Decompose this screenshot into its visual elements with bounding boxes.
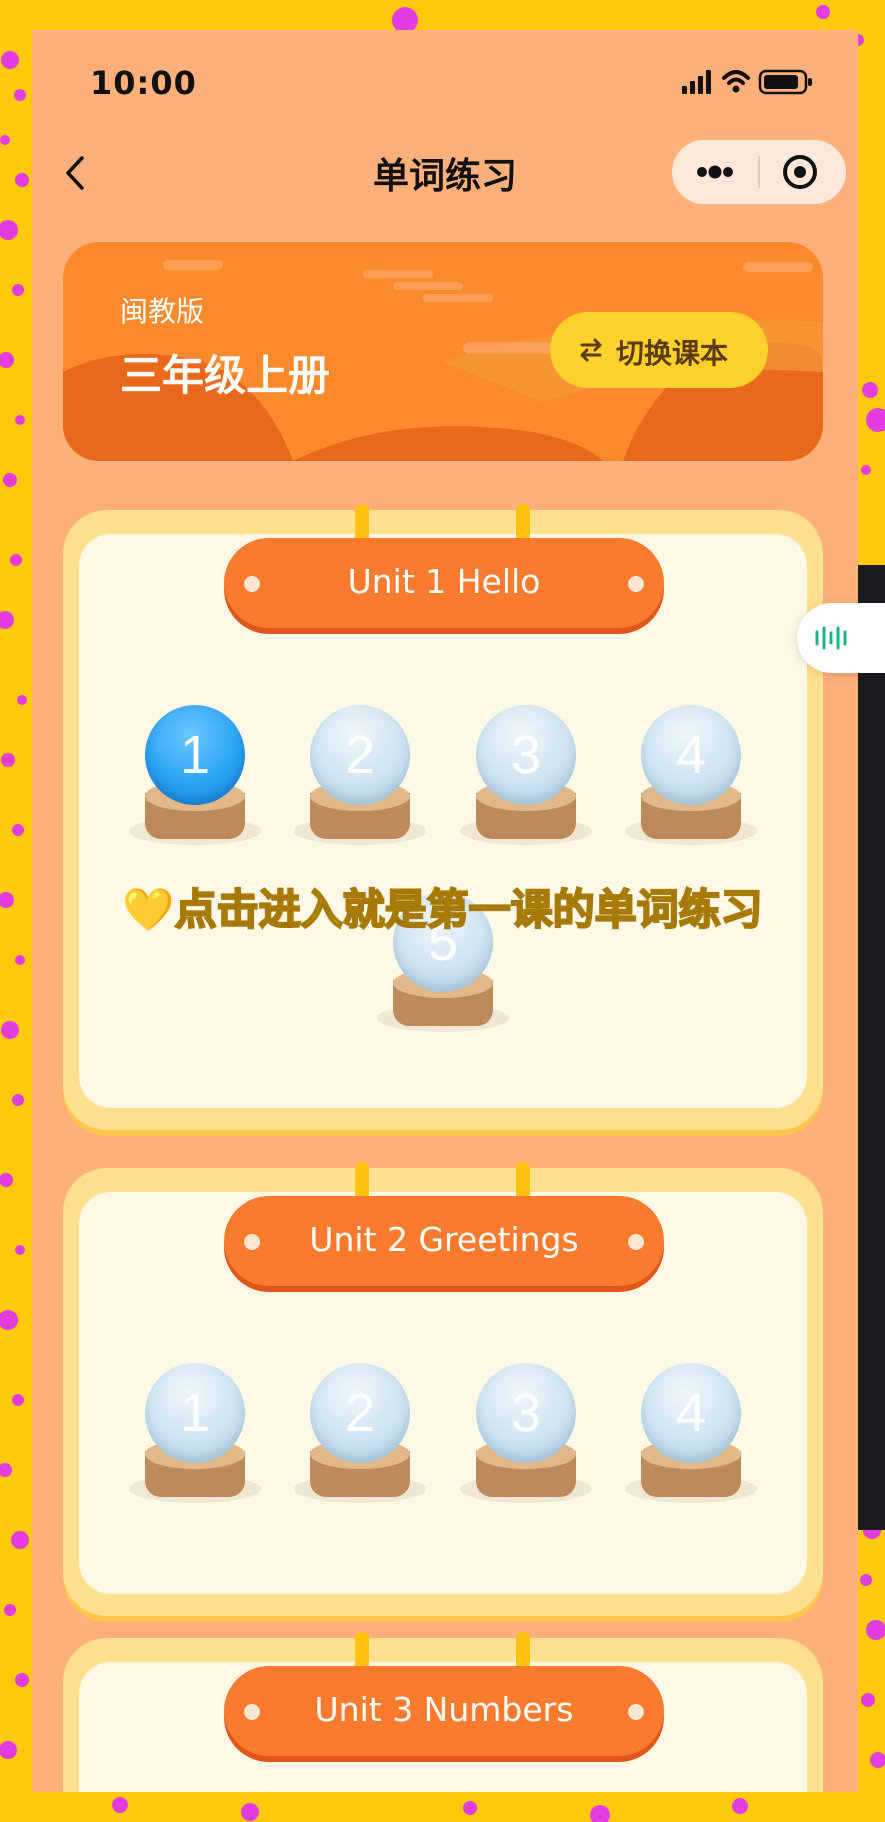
audio-wave-icon bbox=[815, 626, 847, 650]
signal-icon bbox=[682, 70, 711, 94]
lesson-number: 1 bbox=[179, 725, 211, 785]
unit-title-label: Unit 3 Numbers bbox=[314, 1690, 574, 1729]
switch-textbook-button[interactable]: 切换课本 bbox=[550, 312, 768, 388]
unit-title-label: Unit 1 Hello bbox=[347, 562, 541, 601]
heart-icon: 💛 bbox=[122, 885, 175, 934]
mini-program-capsule bbox=[672, 140, 846, 204]
lesson-2-4[interactable]: 4 bbox=[625, 1363, 757, 1503]
caption-text: 点击进入就是第一课的单词练习 bbox=[174, 884, 764, 935]
unit-2-title-banner[interactable]: Unit 2 Greetings bbox=[224, 1196, 664, 1286]
lesson-2-3[interactable]: 3 bbox=[460, 1363, 592, 1503]
lesson-2-1[interactable]: 1 bbox=[129, 1363, 261, 1503]
wifi-icon bbox=[722, 70, 750, 85]
lesson-number: 4 bbox=[675, 725, 707, 785]
lesson-number: 3 bbox=[510, 1383, 542, 1443]
target-icon bbox=[783, 155, 817, 189]
lesson-1-4[interactable]: 4 bbox=[625, 705, 757, 845]
unit-title-label: Unit 2 Greetings bbox=[309, 1220, 579, 1259]
lesson-number: 2 bbox=[344, 1383, 376, 1443]
grade-book-label: 三年级上册 bbox=[120, 351, 331, 400]
lesson-number: 3 bbox=[510, 725, 542, 785]
more-button[interactable] bbox=[672, 140, 758, 204]
lesson-number: 2 bbox=[344, 725, 376, 785]
unit-1-title-banner[interactable]: Unit 1 Hello bbox=[224, 538, 664, 628]
lesson-1-3[interactable]: 3 bbox=[460, 705, 592, 845]
unit-3-title-banner[interactable]: Unit 3 Numbers bbox=[224, 1666, 664, 1756]
lesson-number: 1 bbox=[179, 1383, 211, 1443]
swap-icon bbox=[580, 338, 602, 362]
lesson-number: 4 bbox=[675, 1383, 707, 1443]
textbook-banner: 闽教版 三年级上册 切换课本 bbox=[63, 242, 823, 461]
edition-label: 闽教版 bbox=[120, 295, 205, 328]
lesson-1-1[interactable]: 1 bbox=[129, 705, 261, 845]
lesson-2-2[interactable]: 2 bbox=[294, 1363, 426, 1503]
floating-audio-button[interactable] bbox=[797, 603, 885, 673]
battery-icon bbox=[758, 69, 812, 95]
status-time: 10:00 bbox=[90, 64, 197, 102]
switch-textbook-label: 切换课本 bbox=[616, 337, 729, 370]
status-icons bbox=[682, 69, 812, 95]
lesson-1-2[interactable]: 2 bbox=[294, 705, 426, 845]
video-caption: 💛点击进入就是第一课的单词练习 bbox=[0, 876, 885, 937]
close-miniprogram-button[interactable] bbox=[760, 140, 846, 204]
more-dots-icon bbox=[697, 165, 733, 179]
background-photo-edge bbox=[858, 565, 885, 1530]
